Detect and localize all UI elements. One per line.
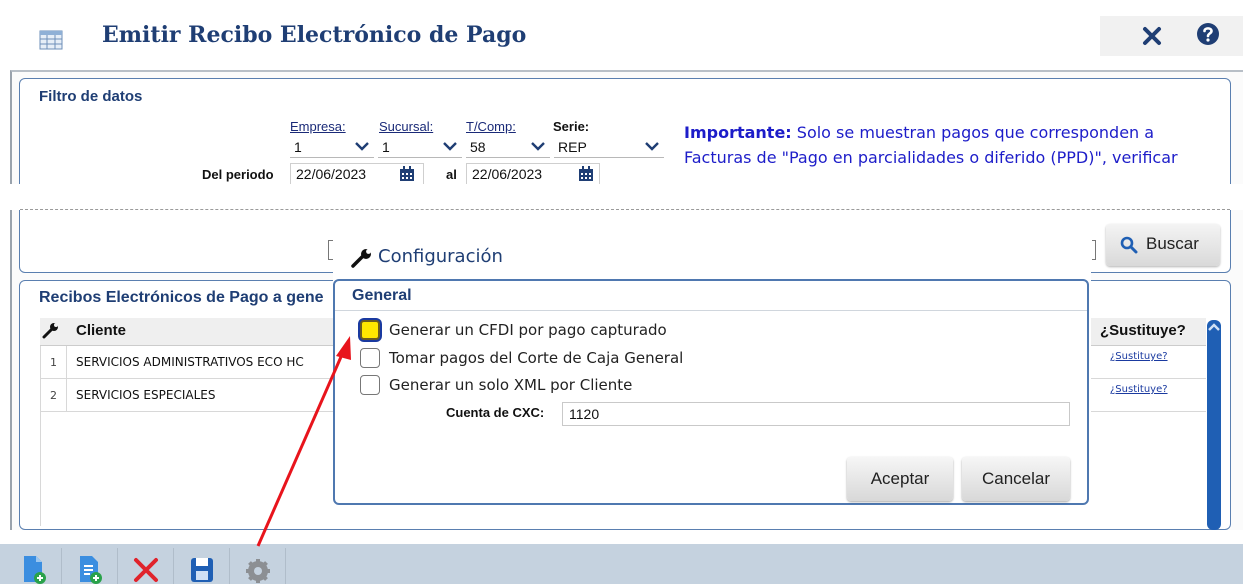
wrench-icon	[351, 249, 371, 268]
col-cliente[interactable]: Cliente	[76, 322, 126, 339]
sucursal-value: 1	[382, 139, 390, 155]
screenshot-cut	[0, 184, 1243, 210]
help-icon[interactable]	[1196, 22, 1220, 46]
xml-por-cliente-checkbox[interactable]	[360, 375, 380, 395]
empresa-label[interactable]: Empresa:	[290, 119, 346, 134]
empresa-select[interactable]: 1	[290, 138, 374, 158]
title-bar: Emitir Recibo Electrónico de Pago	[0, 0, 1243, 70]
row-cliente: SERVICIOS ADMINISTRATIVOS ECO HC	[76, 355, 304, 369]
xml-por-cliente-label[interactable]: Generar un solo XML por Cliente	[389, 376, 632, 394]
cxc-input[interactable]: 1120	[562, 402, 1070, 426]
al-label: al	[446, 167, 457, 182]
important-label: Importante:	[684, 123, 792, 142]
save-icon	[191, 558, 213, 582]
serie-select[interactable]: REP	[554, 138, 664, 158]
calendar-icon[interactable]	[578, 166, 594, 182]
chevron-up-icon[interactable]	[1207, 320, 1221, 336]
cfdi-por-pago-label[interactable]: Generar un CFDI por pago capturado	[389, 321, 667, 339]
filter-section-title: Filtro de datos	[39, 88, 143, 105]
dialog-divider	[335, 310, 1087, 311]
row-sustituye-link[interactable]: ¿Sustituye?	[1110, 384, 1168, 395]
search-icon	[1120, 236, 1138, 254]
corte-caja-checkbox[interactable]	[360, 348, 380, 368]
sucursal-label[interactable]: Sucursal:	[379, 119, 433, 134]
new-list-button[interactable]	[62, 548, 118, 584]
window-controls	[1100, 16, 1243, 56]
page-title: Emitir Recibo Electrónico de Pago	[102, 22, 527, 48]
fecha-hasta-value: 22/06/2023	[472, 166, 543, 182]
chevron-down-icon	[443, 142, 457, 151]
bracket-right	[1092, 240, 1096, 260]
tcomp-value: 58	[470, 139, 486, 155]
new-document-icon	[24, 556, 46, 584]
aceptar-button[interactable]: Aceptar	[847, 457, 953, 501]
settings-icon	[246, 559, 270, 583]
chevron-down-icon	[355, 142, 369, 151]
col-sustituye[interactable]: ¿Sustituye?	[1100, 322, 1186, 339]
cxc-label: Cuenta de CXC:	[446, 405, 545, 420]
row-sustituye-link[interactable]: ¿Sustituye?	[1110, 351, 1168, 362]
corte-caja-label[interactable]: Tomar pagos del Corte de Caja General	[389, 349, 683, 367]
row-cliente: SERVICIOS ESPECIALES	[76, 388, 216, 402]
chevron-down-icon	[531, 142, 545, 151]
row-number: 2	[50, 389, 57, 402]
new-document-button[interactable]	[6, 548, 62, 584]
delete-button[interactable]	[118, 548, 174, 584]
calendar-icon[interactable]	[399, 166, 415, 182]
settings-button[interactable]	[230, 548, 286, 584]
new-list-icon	[80, 556, 102, 584]
cancelar-button[interactable]: Cancelar	[962, 457, 1070, 501]
save-button[interactable]	[174, 548, 230, 584]
row-number: 1	[50, 356, 57, 369]
important-notice: Importante: Solo se muestran pagos que c…	[684, 120, 1224, 184]
delete-icon	[134, 558, 158, 582]
buscar-button[interactable]: Buscar	[1106, 224, 1220, 266]
serie-label: Serie:	[553, 119, 590, 134]
wrench-icon[interactable]	[42, 321, 60, 339]
grid-border	[40, 346, 41, 526]
serie-value: REP	[558, 139, 587, 155]
periodo-label: Del periodo	[202, 167, 274, 182]
cfdi-por-pago-checkbox[interactable]	[360, 320, 380, 340]
table-icon	[39, 30, 63, 50]
sucursal-select[interactable]: 1	[378, 138, 462, 158]
tcomp-label[interactable]: T/Comp:	[466, 119, 516, 134]
fecha-desde-value: 22/06/2023	[296, 166, 367, 182]
close-icon[interactable]	[1140, 24, 1164, 48]
receipts-section-title: Recibos Electrónicos de Pago a gene	[39, 289, 324, 306]
chevron-down-icon	[645, 142, 659, 151]
divider	[20, 209, 1230, 210]
tcomp-select[interactable]: 58	[466, 138, 550, 158]
dialog-section-title: General	[352, 287, 412, 304]
scrollbar[interactable]	[1207, 320, 1221, 530]
buscar-label: Buscar	[1146, 234, 1199, 253]
empresa-value: 1	[294, 139, 302, 155]
dialog-title: Configuración	[378, 246, 503, 267]
